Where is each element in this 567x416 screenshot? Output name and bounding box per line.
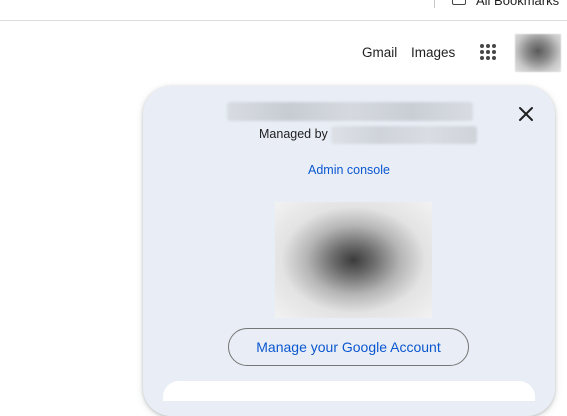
managed-by-label: Managed by: [259, 127, 328, 141]
manage-account-button[interactable]: Manage your Google Account: [228, 328, 469, 366]
bookmarks-bar: All Bookmarks: [0, 0, 567, 21]
admin-console-link[interactable]: Admin console: [308, 163, 390, 177]
managing-domain-redacted: [331, 126, 477, 144]
all-bookmarks-link[interactable]: All Bookmarks: [476, 0, 559, 8]
account-list-card: [163, 381, 535, 401]
profile-photo[interactable]: [275, 202, 432, 318]
apps-grid-icon[interactable]: [478, 42, 498, 62]
close-icon[interactable]: [518, 106, 534, 122]
images-link[interactable]: Images: [411, 45, 455, 60]
account-avatar[interactable]: [515, 34, 561, 72]
folder-icon[interactable]: [452, 0, 466, 5]
gmail-link[interactable]: Gmail: [362, 45, 397, 60]
bookmarks-divider: [434, 0, 435, 8]
account-email-redacted: [227, 102, 473, 121]
